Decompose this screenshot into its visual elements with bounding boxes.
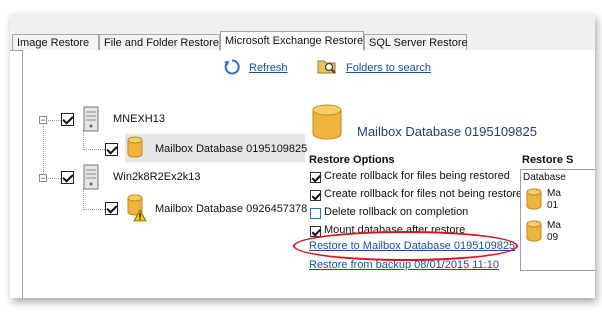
selected-database-title: Mailbox Database 0195109825 [357, 124, 537, 139]
server-icon [83, 164, 99, 190]
database-icon [127, 136, 143, 158]
database-icon [526, 220, 542, 242]
restore-panel-title: Restore S [522, 154, 574, 166]
app-window: Image Restore File and Folder Restore Mi… [10, 14, 595, 298]
option-checkbox[interactable] [310, 190, 321, 201]
tab-image-restore[interactable]: Image Restore [12, 34, 99, 50]
restore-item-line: 01 [547, 200, 559, 211]
exchange-restore-panel: Refresh Folders to search − MNEXH13 Mail… [22, 50, 595, 298]
option-label: Create rollback for files being restored [324, 170, 510, 182]
server-name: MNEXH13 [113, 113, 165, 125]
folder-search-icon [317, 60, 336, 74]
expand-collapse-toggle[interactable]: − [39, 174, 47, 183]
restore-from-link[interactable]: Restore from backup 08/01/2015 11:10 [309, 259, 499, 271]
database-checkbox[interactable] [105, 202, 118, 215]
option-label: Create rollback for files not being rest… [324, 188, 523, 200]
tree-connector [83, 209, 105, 210]
restore-list[interactable]: Database Ma 01 Ma 09 [520, 169, 595, 271]
tab-exchange-restore[interactable]: Microsoft Exchange Restore [220, 31, 364, 51]
option-label: Delete rollback on completion [324, 206, 469, 218]
option-checkbox[interactable] [310, 208, 321, 219]
tab-file-folder-restore[interactable]: File and Folder Restore [99, 34, 220, 50]
database-checkbox[interactable] [105, 143, 118, 156]
server-checkbox[interactable] [61, 113, 74, 126]
tab-strip: Image Restore File and Folder Restore Mi… [10, 14, 595, 51]
server-checkbox[interactable] [61, 171, 74, 184]
restore-item-line: Ma [547, 188, 561, 199]
folders-to-search-link[interactable]: Folders to search [346, 62, 431, 74]
database-icon [312, 104, 342, 140]
database-name: Mailbox Database 0926457378 [155, 203, 308, 215]
server-tree: − MNEXH13 Mailbox Database 0195109825 − [23, 50, 307, 298]
database-icon [526, 188, 542, 210]
tree-connector [83, 188, 84, 210]
expand-collapse-toggle[interactable]: − [39, 116, 47, 125]
restore-item-line: 09 [547, 232, 559, 243]
server-name: Win2k8R2Ex2k13 [113, 171, 201, 183]
restore-item-line: Ma [547, 220, 561, 231]
tab-sql-restore[interactable]: SQL Server Restore [364, 34, 468, 50]
highlight-oval [293, 231, 518, 261]
tree-connector [83, 149, 105, 150]
tree-connector [83, 130, 84, 150]
server-icon [83, 106, 99, 132]
restore-options-title: Restore Options [309, 154, 395, 166]
option-checkbox[interactable] [310, 172, 321, 183]
restore-list-header: Database [523, 172, 566, 183]
database-warning-icon [127, 194, 147, 222]
tree-connector [43, 120, 44, 180]
database-name: Mailbox Database 0195109825 [155, 143, 308, 155]
